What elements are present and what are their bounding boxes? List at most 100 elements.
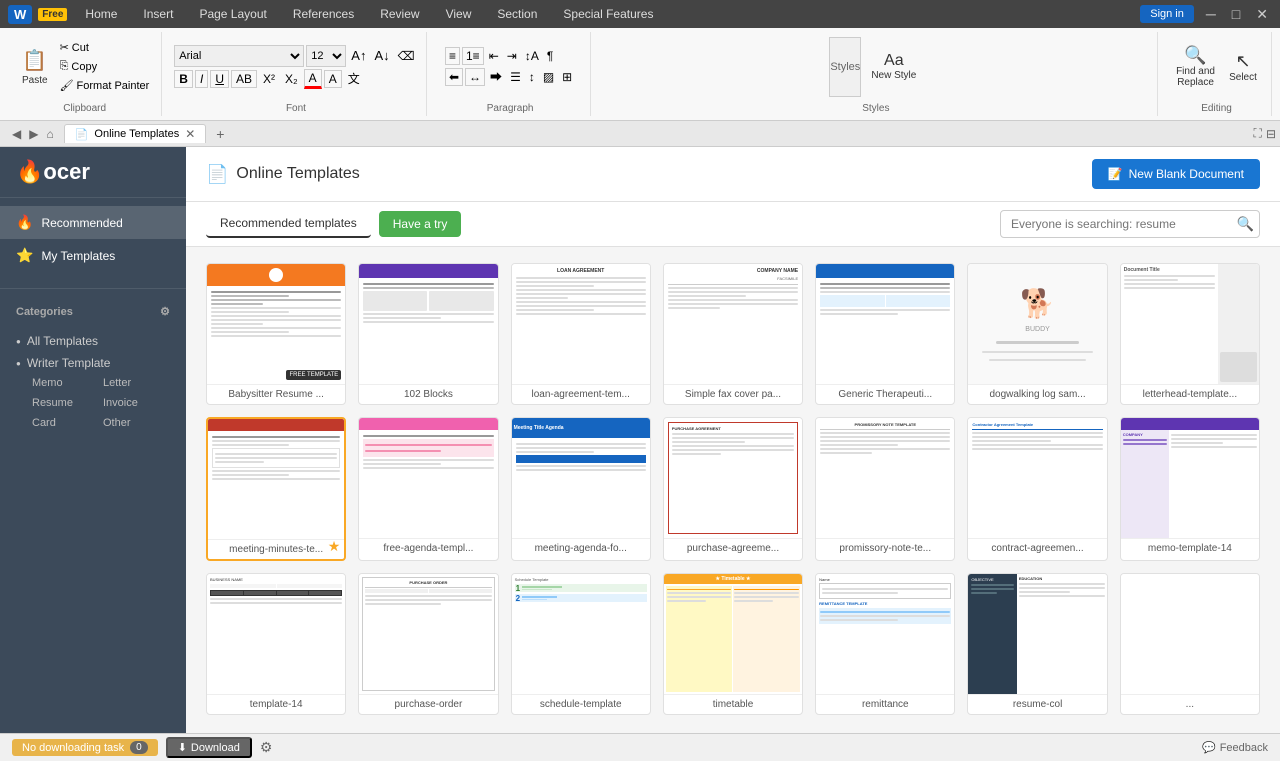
full-screen-button[interactable]: ⛶ <box>1254 126 1262 141</box>
template-fax-cover[interactable]: COMPANY NAME FACSIMILE <box>663 263 803 405</box>
sidebar-item-recommended[interactable]: 🔥 Recommended <box>0 206 186 239</box>
subcategory-other[interactable]: Other <box>99 414 170 432</box>
tab-special-features[interactable]: Special Features <box>551 4 665 24</box>
tab-references[interactable]: References <box>281 4 366 24</box>
underline-button[interactable]: U <box>210 70 229 88</box>
category-all-templates[interactable]: ● All Templates <box>16 330 170 352</box>
new-blank-document-button[interactable]: 📝 New Blank Document <box>1092 159 1260 189</box>
search-input[interactable] <box>1000 210 1260 238</box>
tab-recommended[interactable]: Recommended templates <box>206 210 371 238</box>
paste-button[interactable]: 📋 Paste <box>16 44 54 90</box>
template-dogwalking[interactable]: 🐕 BUDDY dogwalking log sam... <box>967 263 1107 405</box>
subcategory-memo[interactable]: Memo <box>28 374 99 392</box>
font-size-increase[interactable]: A↑ <box>348 47 369 64</box>
tab-close-button[interactable]: ✕ <box>185 127 195 141</box>
tab-review[interactable]: Review <box>368 4 431 24</box>
subcategory-letter[interactable]: Letter <box>99 374 170 392</box>
tab-section[interactable]: Section <box>485 4 549 24</box>
template-invoice[interactable]: BUSINESS NAME <box>206 573 346 715</box>
font-size-decrease[interactable]: A↓ <box>371 47 392 64</box>
tab-home[interactable]: Home <box>73 4 129 24</box>
bullets-button[interactable]: ≡ <box>445 47 460 65</box>
template-remittance[interactable]: Name REMITTANCE TEMPLATE <box>815 573 955 715</box>
align-left[interactable]: ⬅ <box>445 68 463 86</box>
template-blank[interactable]: ... <box>1120 573 1260 715</box>
show-para-button[interactable]: ¶ <box>544 48 556 64</box>
superscript-button[interactable]: X² <box>259 71 279 87</box>
bold-button[interactable]: B <box>174 70 193 88</box>
sort-button[interactable]: ↕A <box>522 48 542 64</box>
window-maximize[interactable]: □ <box>1228 6 1244 22</box>
add-tab-button[interactable]: + <box>208 124 232 144</box>
settings-button[interactable]: ⚙ <box>260 739 273 756</box>
template-letterhead[interactable]: Document Title <box>1120 263 1260 405</box>
shading[interactable]: ▨ <box>540 69 557 85</box>
feedback-button[interactable]: 💬 Feedback <box>1202 741 1268 754</box>
copy-icon: ⎘ <box>60 60 69 73</box>
template-grid-container[interactable]: FREE TEMPLATE Babysitter Resume ... <box>186 247 1280 733</box>
indent-button[interactable]: ⇥ <box>504 48 520 64</box>
template-102-blocks[interactable]: 102 Blocks <box>358 263 498 405</box>
clear-format[interactable]: ⌫ <box>395 48 418 64</box>
bottom-left: No downloading task 0 ⬇ Download ⚙ <box>12 737 272 758</box>
template-promissory-note[interactable]: PROMISSORY NOTE TEMPLATE promiss <box>815 417 955 561</box>
phonetic-button[interactable]: 文 <box>344 69 364 88</box>
template-loan-agreement[interactable]: LOAN AGREEMENT <box>511 263 651 405</box>
template-purchase-order[interactable]: PURCHASE ORDER <box>358 573 498 715</box>
font-color-button[interactable]: A <box>304 69 322 89</box>
template-meeting-minutes[interactable]: meeting-minutes-te... ★ <box>206 417 346 561</box>
sidebar-item-my-templates[interactable]: ⭐ My Templates <box>0 239 186 272</box>
subcategory-resume[interactable]: Resume <box>28 394 99 412</box>
download-button[interactable]: ⬇ Download <box>166 737 252 758</box>
view-options-button[interactable]: ⊟ <box>1266 127 1276 141</box>
subscript-button[interactable]: X₂ <box>281 71 302 87</box>
copy-button[interactable]: ⎘ Copy <box>56 58 154 75</box>
tab-page-layout[interactable]: Page Layout <box>187 4 278 24</box>
window-close[interactable]: ✕ <box>1252 6 1272 23</box>
template-timetable[interactable]: ★ Timetable ★ <box>663 573 803 715</box>
tab-view[interactable]: View <box>434 4 484 24</box>
settings-icon[interactable]: ⚙ <box>160 305 170 318</box>
cut-icon: ✂ <box>60 41 69 54</box>
download-icon: ⬇ <box>178 741 187 754</box>
search-icon[interactable]: 🔍 <box>1237 216 1254 233</box>
italic-button[interactable]: I <box>195 70 208 88</box>
select-button[interactable]: ↖ Select <box>1223 47 1263 87</box>
line-spacing[interactable]: ↕ <box>526 69 538 85</box>
subcategory-card[interactable]: Card <box>28 414 99 432</box>
format-painter-button[interactable]: 🖌 Format Painter <box>56 77 154 94</box>
nav-back[interactable]: ◀ <box>8 127 25 141</box>
align-center[interactable]: ↔ <box>465 68 485 86</box>
outdent-button[interactable]: ⇤ <box>486 48 502 64</box>
category-writer-template[interactable]: ● Writer Template <box>16 352 170 374</box>
font-size-select[interactable]: 121416 <box>306 45 346 67</box>
sign-in-button[interactable]: Sign in <box>1140 5 1194 23</box>
strikethrough-button[interactable]: AB <box>231 70 257 88</box>
window-minimize[interactable]: ─ <box>1202 6 1220 22</box>
template-therapeutic[interactable]: Generic Therapeuti... <box>815 263 955 405</box>
borders[interactable]: ⊞ <box>559 69 575 85</box>
template-purchase-agreement[interactable]: PURCHASE AGREEMENT purchase-agreeme... <box>663 417 803 561</box>
styles-gallery[interactable]: Styles <box>829 37 861 97</box>
online-templates-tab[interactable]: 📄 Online Templates ✕ <box>64 124 207 143</box>
template-babysitter-resume[interactable]: FREE TEMPLATE Babysitter Resume ... <box>206 263 346 405</box>
font-family-select[interactable]: ArialTimes New Roman <box>174 45 304 67</box>
template-schedule[interactable]: Schedule Template 1 2 <box>511 573 651 715</box>
template-resume-col[interactable]: OBJECTIVE EDUCATION <box>967 573 1107 715</box>
highlight-button[interactable]: A <box>324 70 342 88</box>
align-right[interactable]: ⮕ <box>487 67 505 86</box>
tab-insert[interactable]: Insert <box>131 4 185 24</box>
template-contract-agreement[interactable]: Contractor Agreement Template contract-a… <box>967 417 1107 561</box>
tab-have-try[interactable]: Have a try <box>379 211 462 237</box>
template-meeting-agenda[interactable]: Meeting Title Agenda <box>511 417 651 561</box>
numbering-button[interactable]: 1≡ <box>462 47 484 65</box>
nav-forward[interactable]: ▶ <box>25 127 42 141</box>
subcategory-invoice[interactable]: Invoice <box>99 394 170 412</box>
template-free-agenda[interactable]: free-agenda-templ... <box>358 417 498 561</box>
find-replace-button[interactable]: 🔍 Find andReplace <box>1170 41 1221 92</box>
nav-home[interactable]: ⌂ <box>42 127 57 141</box>
cut-button[interactable]: ✂ Cut <box>56 39 154 56</box>
new-style-button[interactable]: Aa New Style <box>865 48 922 85</box>
template-memo-14[interactable]: COMPANY <box>1120 417 1260 561</box>
justify[interactable]: ☰ <box>507 69 524 85</box>
